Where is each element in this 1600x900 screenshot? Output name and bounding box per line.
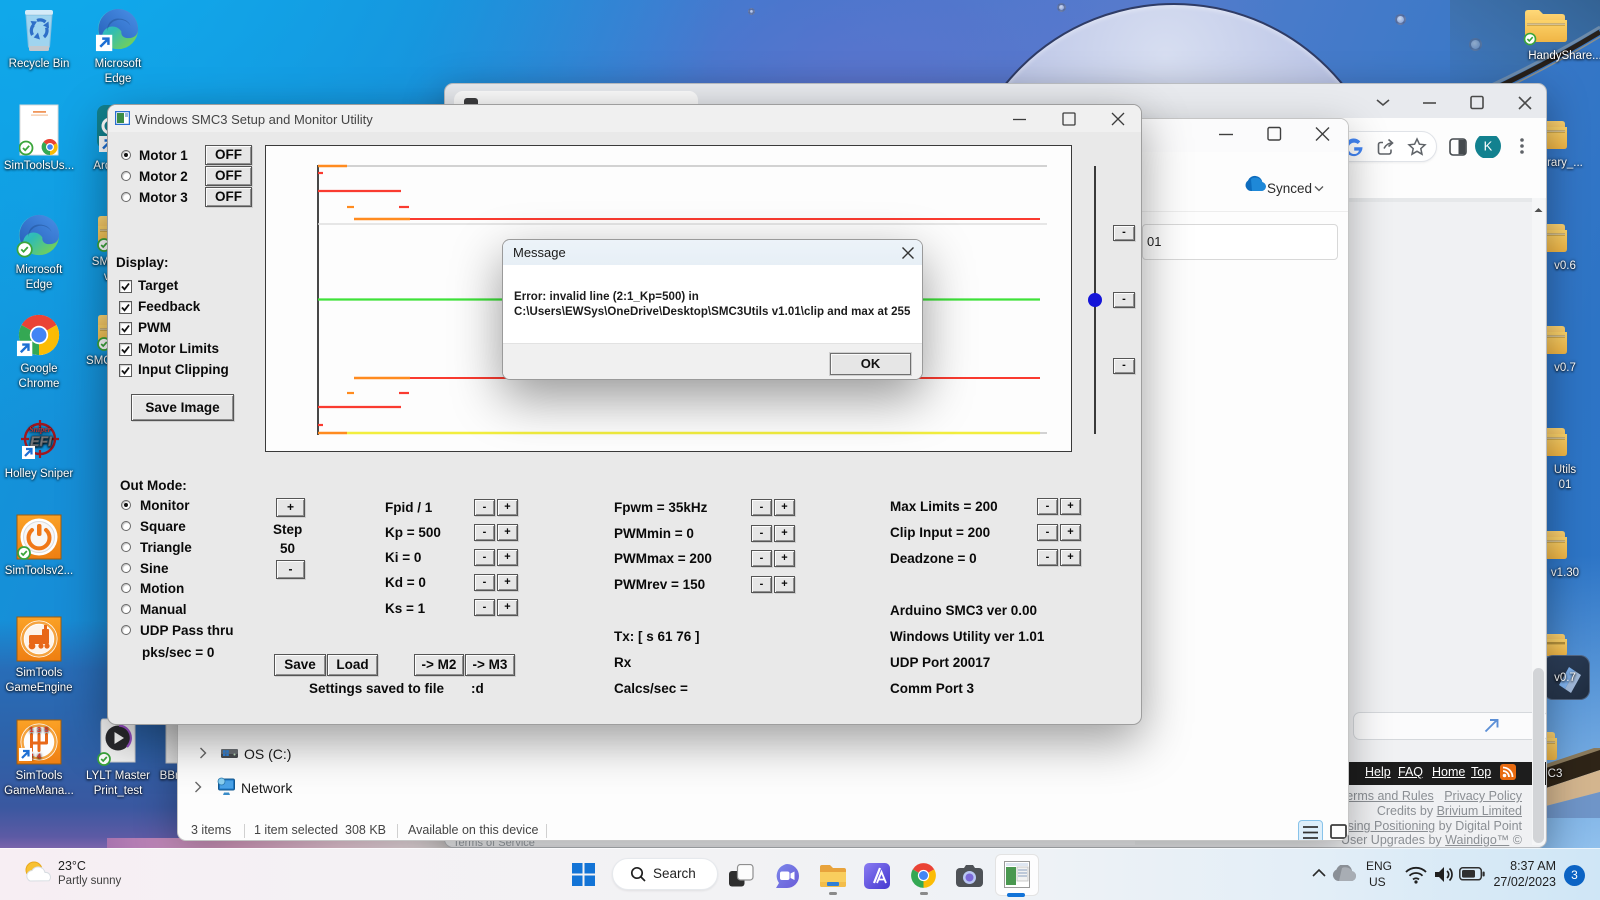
svg-text:5: 5 — [44, 725, 48, 734]
svg-text:K: K — [1484, 139, 1493, 154]
svg-text:1: 1 — [29, 725, 33, 734]
svg-text:3: 3 — [37, 725, 41, 734]
